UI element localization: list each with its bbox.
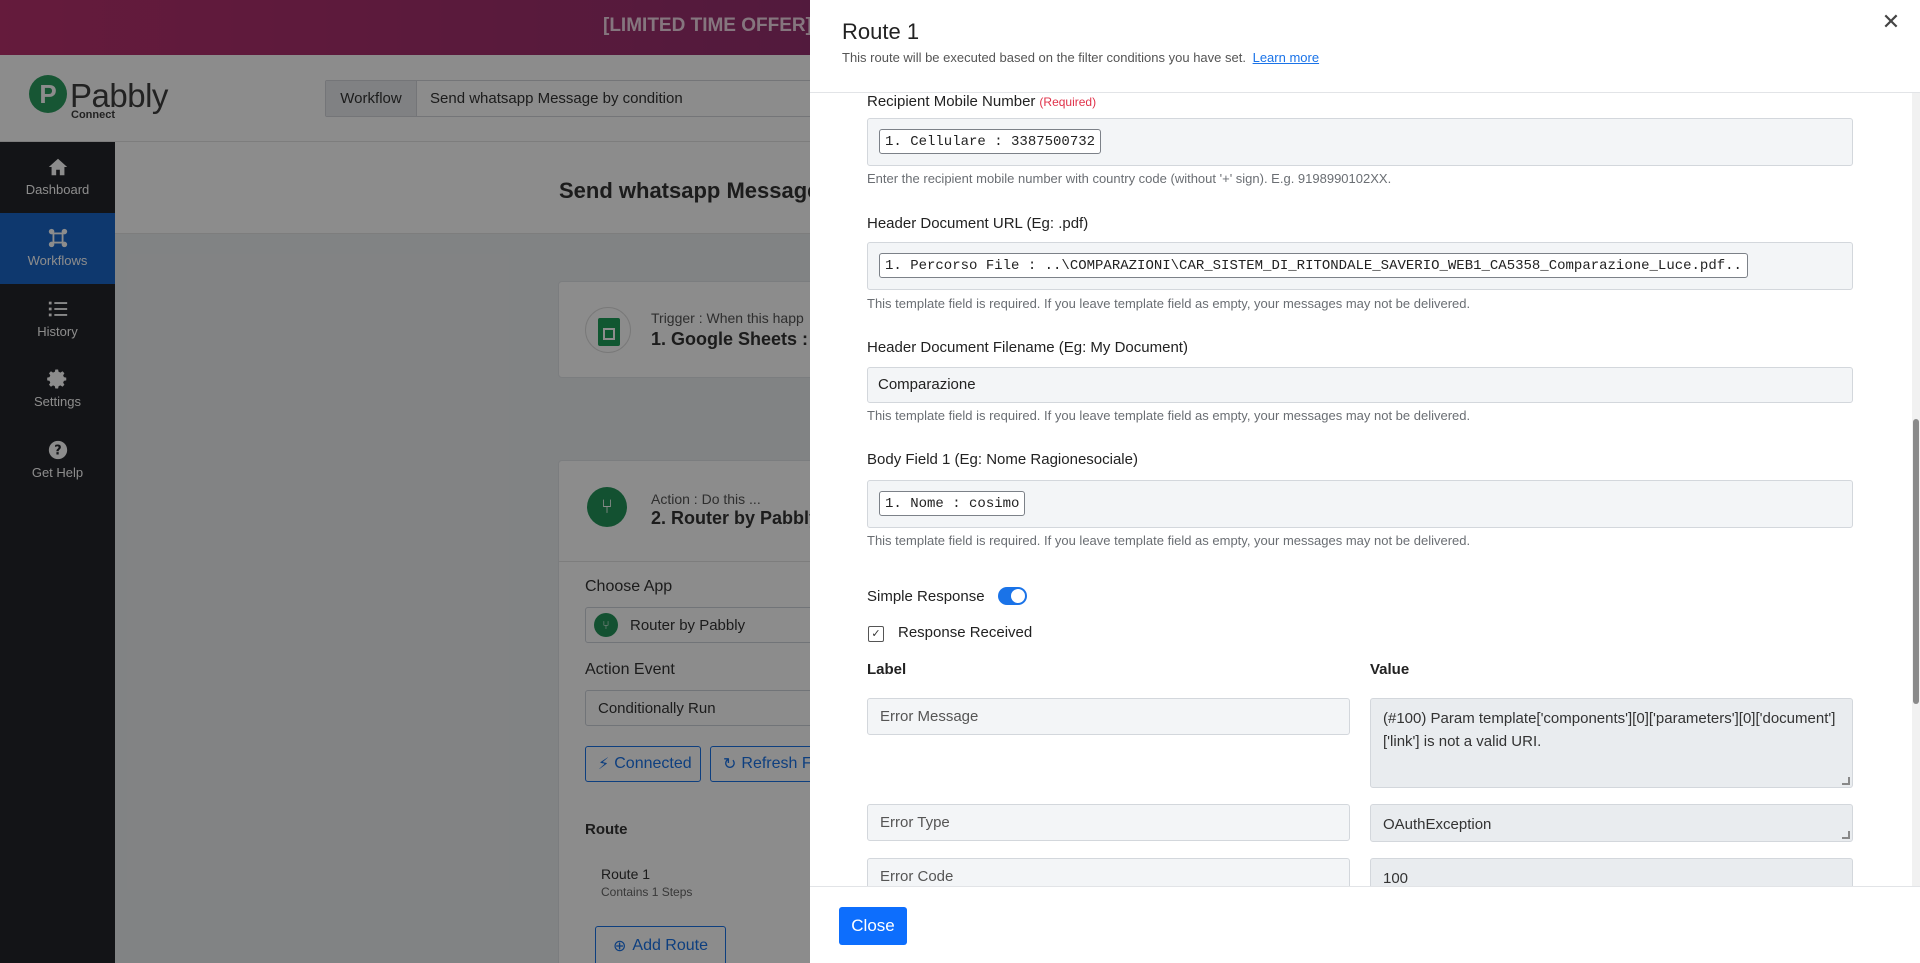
recipient-field[interactable]: 1. Cellulare : 3387500732	[867, 118, 1853, 166]
resize-handle[interactable]	[1842, 777, 1850, 785]
response-label-field[interactable]: Error Message	[867, 698, 1350, 735]
response-value-field[interactable]: (#100) Param template['components'][0]['…	[1370, 698, 1853, 788]
scrollbar-thumb[interactable]	[1913, 419, 1919, 704]
response-value-text: 100	[1383, 870, 1409, 886]
required-marker: (Required)	[1039, 95, 1097, 109]
modal-subtitle-text: This route will be executed based on the…	[842, 50, 1246, 65]
header-filename-value: Comparazione	[878, 376, 976, 393]
modal-scrollbar[interactable]	[1912, 93, 1920, 886]
recipient-label: Recipient Mobile Number (Required)	[867, 93, 1096, 110]
body-field1-help: This template field is required. If you …	[867, 533, 1471, 548]
label-column-header: Label	[867, 661, 907, 678]
body-field1-label: Body Field 1 (Eg: Nome Ragionesociale)	[867, 451, 1138, 468]
response-value-field[interactable]: OAuthException	[1370, 804, 1853, 842]
header-url-field[interactable]: 1. Percorso File : ..\COMPARAZIONI\CAR_S…	[867, 242, 1853, 290]
response-value-field[interactable]: 100	[1370, 858, 1853, 886]
header-filename-label: Header Document Filename (Eg: My Documen…	[867, 339, 1188, 356]
header-url-help: This template field is required. If you …	[867, 296, 1471, 311]
response-received-label: Response Received	[898, 624, 1033, 641]
learn-more-link[interactable]: Learn more	[1253, 50, 1319, 65]
modal-body: Recipient Mobile Number (Required) 1. Cel…	[810, 93, 1920, 886]
response-label-field[interactable]: Error Code	[867, 858, 1350, 886]
route-modal: Route 1 This route will be executed base…	[810, 0, 1920, 963]
response-received-checkbox[interactable]: ✓	[868, 626, 884, 642]
recipient-label-text: Recipient Mobile Number	[867, 93, 1036, 110]
field-chip[interactable]: 1. Percorso File : ..\COMPARAZIONI\CAR_S…	[879, 253, 1748, 278]
header-filename-help: This template field is required. If you …	[867, 408, 1471, 423]
field-chip[interactable]: 1. Cellulare : 3387500732	[879, 129, 1102, 154]
response-value-text: (#100) Param template['components'][0]['…	[1383, 710, 1836, 750]
body-field1-field[interactable]: 1. Nome : cosimo	[867, 480, 1853, 528]
field-chip[interactable]: 1. Nome : cosimo	[879, 491, 1026, 516]
modal-subtitle: This route will be executed based on the…	[842, 50, 1319, 65]
close-button[interactable]: Close	[839, 907, 907, 945]
header-filename-field[interactable]: Comparazione	[867, 367, 1853, 403]
simple-response-label: Simple Response	[867, 588, 985, 605]
response-value-text: OAuthException	[1383, 816, 1492, 833]
response-label-field[interactable]: Error Type	[867, 804, 1350, 841]
modal-title: Route 1	[842, 19, 920, 44]
modal-header: Route 1 This route will be executed base…	[810, 0, 1920, 93]
value-column-header: Value	[1370, 661, 1410, 678]
modal-footer: Close	[810, 886, 1920, 963]
simple-response-toggle[interactable]	[998, 587, 1027, 605]
close-icon[interactable]: ✕	[1879, 10, 1903, 34]
header-url-label: Header Document URL (Eg: .pdf)	[867, 215, 1089, 232]
resize-handle[interactable]	[1842, 831, 1850, 839]
recipient-help: Enter the recipient mobile number with c…	[867, 171, 1392, 186]
